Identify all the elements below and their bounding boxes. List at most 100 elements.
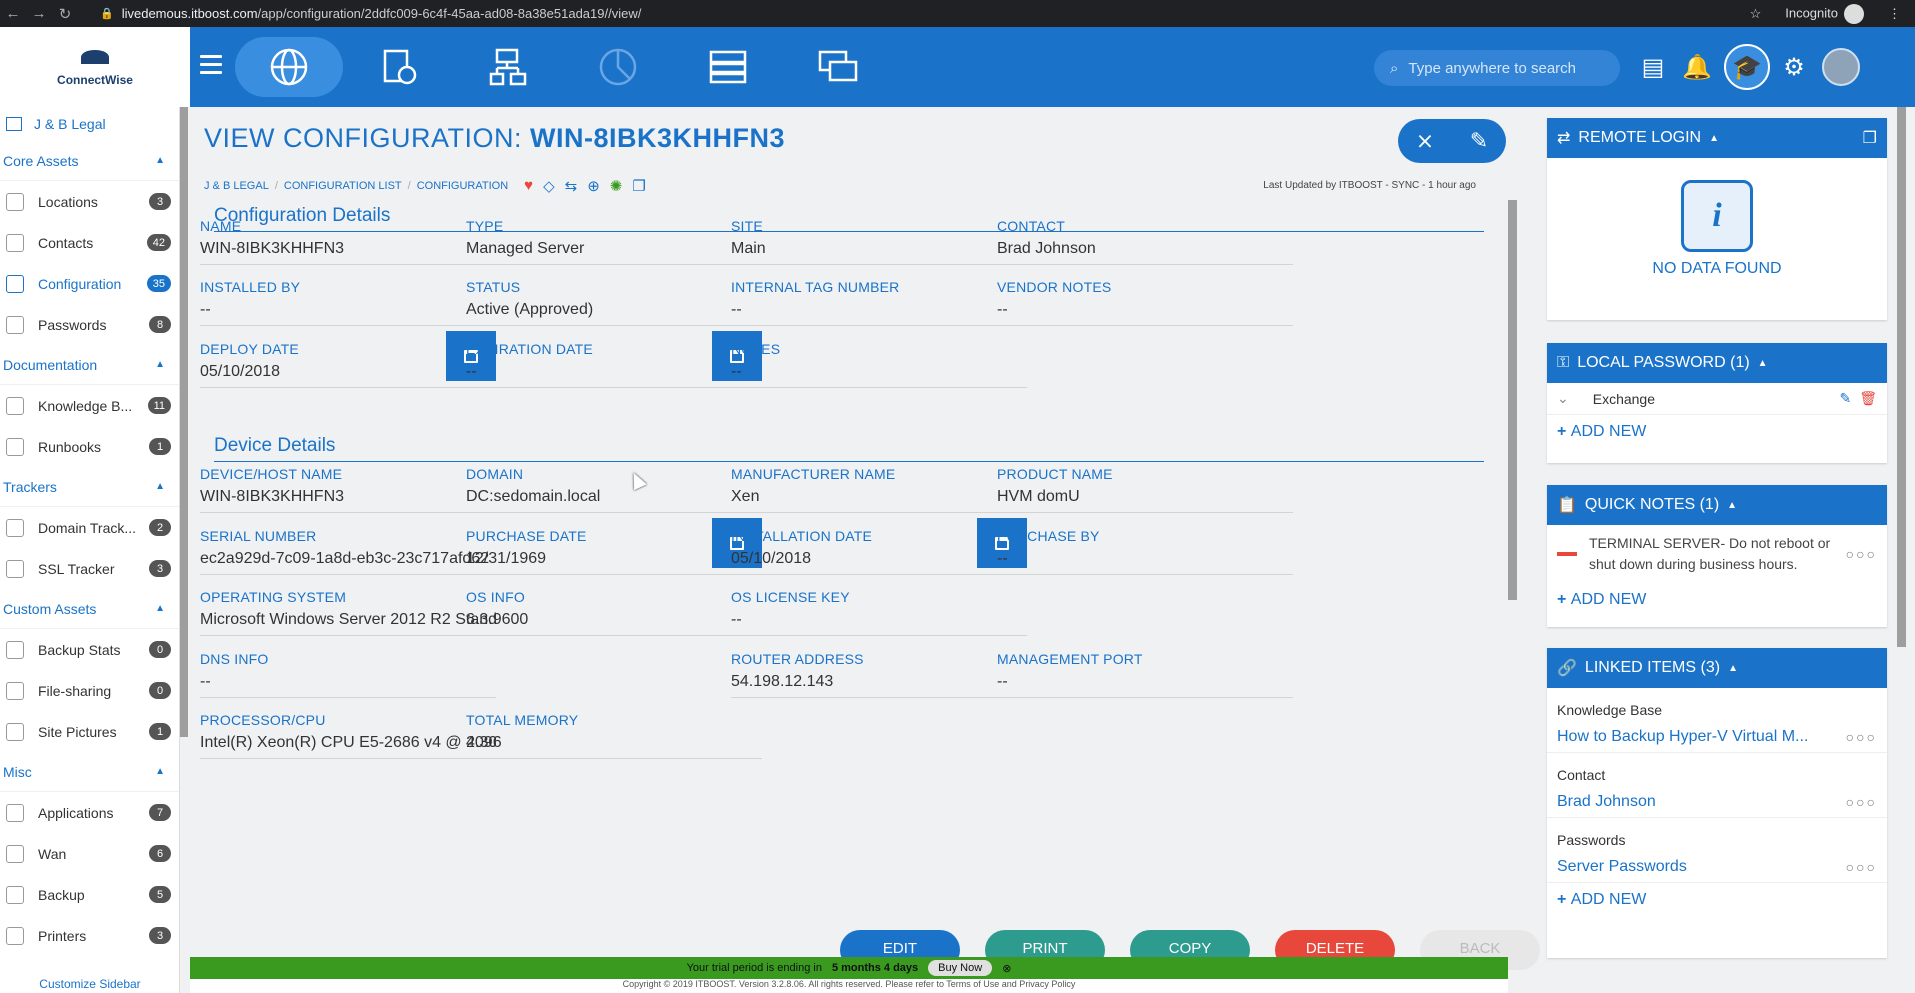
linked-item-link[interactable]: How to Backup Hyper-V Virtual M... xyxy=(1557,728,1846,746)
quick-notes-header[interactable]: 📋 QUICK NOTES (1) ▲ xyxy=(1547,485,1887,525)
avatar[interactable] xyxy=(1822,48,1860,86)
sidebar-item-backup-stats[interactable]: Backup Stats 0 xyxy=(0,629,179,670)
sidebar-item-label: Locations xyxy=(38,193,98,210)
server-icon[interactable] xyxy=(674,37,782,97)
section-title: Custom Assets xyxy=(3,600,97,617)
linked-item-link[interactable]: Brad Johnson xyxy=(1557,793,1846,811)
chevron-down-icon[interactable]: ⌄ xyxy=(1557,390,1569,407)
field-value: Brad Johnson xyxy=(997,240,1293,265)
sidebar-item-printers[interactable]: Printers 3 xyxy=(0,915,179,956)
list-item[interactable]: Brad Johnson ○○○ xyxy=(1547,789,1887,818)
sidebar-item-knowledge-b[interactable]: Knowledge B... 11 xyxy=(0,385,179,426)
more-icon[interactable]: ○○○ xyxy=(1846,794,1877,810)
sidebar-item-icon xyxy=(6,192,24,211)
field-purchase-by: PURCHASE BY -- xyxy=(997,528,1293,575)
add-password-button[interactable]: + ADD NEW xyxy=(1547,415,1887,449)
popout-icon[interactable]: ❐ xyxy=(1863,128,1877,148)
sidebar-item-site-pictures[interactable]: Site Pictures 1 xyxy=(0,711,179,752)
sidebar-scrollbar[interactable] xyxy=(180,107,188,737)
sidebar-item-passwords[interactable]: Passwords 8 xyxy=(0,304,179,345)
chat-icon[interactable] xyxy=(784,37,892,97)
field-manufacturer-name: MANUFACTURER NAME Xen xyxy=(731,466,1027,513)
edit-icon[interactable]: ✎ xyxy=(1839,390,1851,407)
count-badge: 42 xyxy=(146,234,171,251)
sidebar-item-label: Backup xyxy=(38,886,85,903)
list-item[interactable]: How to Backup Hyper-V Virtual M... ○○○ xyxy=(1547,724,1887,753)
chevron-up-icon[interactable]: ▲ xyxy=(155,603,165,614)
sidebar-item-domain-track[interactable]: Domain Track... 2 xyxy=(0,507,179,548)
gear-icon[interactable]: ⚙ xyxy=(1778,51,1810,83)
sidebar-item-contacts[interactable]: Contacts 42 xyxy=(0,222,179,263)
main-content: VIEW CONFIGURATION: WIN-8IBK3KHHFN3 ⨯ ✎ … xyxy=(190,107,1508,957)
linked-items-header[interactable]: 🔗 LINKED ITEMS (3) ▲ xyxy=(1547,648,1887,688)
list-item[interactable]: ⌄ Exchange ✎ 🗑 xyxy=(1547,383,1887,415)
sidebar-section-header[interactable]: Custom Assets ▲ xyxy=(0,589,179,629)
browser-menu-icon[interactable]: ⋮ xyxy=(1888,6,1901,22)
sidebar-section-header[interactable]: Documentation ▲ xyxy=(0,345,179,385)
buy-now-button[interactable]: Buy Now xyxy=(928,960,993,976)
sitemap-icon[interactable] xyxy=(454,37,562,97)
graduation-cap-icon[interactable]: 🎓 xyxy=(1724,44,1770,90)
sidebar-item-locations[interactable]: Locations 3 xyxy=(0,181,179,222)
hamburger-menu-icon[interactable] xyxy=(200,55,222,77)
list-item[interactable]: Server Passwords ○○○ xyxy=(1547,854,1887,883)
chevron-up-icon[interactable]: ▲ xyxy=(155,481,165,492)
pie-chart-icon[interactable] xyxy=(564,37,672,97)
field-label: ROUTER ADDRESS xyxy=(731,651,864,667)
add-note-button[interactable]: + ADD NEW xyxy=(1547,583,1887,617)
logo[interactable]: ConnectWise xyxy=(0,27,190,107)
field-management-port: MANAGEMENT PORT -- xyxy=(997,651,1293,698)
device-globe-icon[interactable] xyxy=(345,37,453,97)
sidebar-item-label: Applications xyxy=(38,804,114,821)
device-details-card: Device Details xyxy=(214,435,1484,462)
field-label: VENDOR NOTES xyxy=(997,279,1112,295)
close-icon[interactable]: ⊗ xyxy=(1002,962,1011,975)
sidebar-item-ssl-tracker[interactable]: SSL Tracker 3 xyxy=(0,548,179,589)
chevron-up-icon[interactable]: ▲ xyxy=(155,766,165,777)
reload-icon[interactable]: ↻ xyxy=(52,5,78,23)
right-scrollbar[interactable] xyxy=(1897,107,1906,647)
more-icon[interactable]: ○○○ xyxy=(1846,546,1877,562)
sidebar-item-runbooks[interactable]: Runbooks 1 xyxy=(0,426,179,467)
unlink-icon[interactable]: ⨯ xyxy=(1416,128,1434,154)
globe-icon[interactable] xyxy=(235,37,343,97)
forward-arrow-icon[interactable]: → xyxy=(26,5,52,22)
add-linked-item-button[interactable]: + ADD NEW xyxy=(1547,883,1887,917)
chevron-up-icon[interactable]: ▲ xyxy=(155,359,165,370)
field-expiration-date: EXPIRATION DATE -- xyxy=(466,331,762,388)
sidebar-item-backup[interactable]: Backup 5 xyxy=(0,874,179,915)
sidebar-section-header[interactable]: Misc ▲ xyxy=(0,752,179,792)
chevron-up-icon[interactable]: ▲ xyxy=(155,155,165,166)
sidebar-item-configuration[interactable]: Configuration 35 xyxy=(0,263,179,304)
linked-item-link[interactable]: Server Passwords xyxy=(1557,858,1846,876)
section-title: Misc xyxy=(3,763,32,780)
bell-icon[interactable]: 🔔 xyxy=(1681,51,1713,83)
more-icon[interactable]: ○○○ xyxy=(1846,859,1877,875)
star-icon[interactable]: ☆ xyxy=(1750,6,1762,22)
more-icon[interactable]: ○○○ xyxy=(1846,729,1877,745)
sidebar-section-header[interactable]: Trackers ▲ xyxy=(0,467,179,507)
back-arrow-icon[interactable]: ← xyxy=(0,5,26,22)
sidebar-item-wan[interactable]: Wan 6 xyxy=(0,833,179,874)
sidebar-section-header[interactable]: Core Assets ▲ xyxy=(0,141,179,181)
sidebar-item-label: SSL Tracker xyxy=(38,560,115,577)
main-scrollbar[interactable] xyxy=(1508,200,1517,600)
sidebar-item-file-sharing[interactable]: File-sharing 0 xyxy=(0,670,179,711)
list-item[interactable]: TERMINAL SERVER- Do not reboot or shut d… xyxy=(1547,525,1887,583)
customize-sidebar-link[interactable]: Customize Sidebar xyxy=(0,977,179,991)
bookmark-list-icon[interactable]: ▤ xyxy=(1637,51,1669,83)
remote-login-header[interactable]: ⇄ REMOTE LOGIN ▲ ❐ xyxy=(1547,118,1887,158)
unpin-icon[interactable]: ✎ xyxy=(1470,128,1488,154)
field-router-address: ROUTER ADDRESS 54.198.12.143 xyxy=(731,651,1027,698)
trial-banner: Your trial period is ending in 5 months … xyxy=(190,957,1508,979)
global-search-input[interactable]: ⌕ Type anywhere to search xyxy=(1374,50,1620,86)
sidebar-item-applications[interactable]: Applications 7 xyxy=(0,792,179,833)
local-password-header[interactable]: ⚿ LOCAL PASSWORD (1) ▲ xyxy=(1547,343,1887,383)
field-value: WIN-8IBK3KHHFN3 xyxy=(200,240,496,265)
count-badge: 3 xyxy=(149,927,171,944)
sidebar-company[interactable]: J & B Legal xyxy=(0,107,179,141)
sidebar-item-label: Wan xyxy=(38,845,67,862)
trash-icon[interactable]: 🗑 xyxy=(1859,390,1877,407)
address-bar[interactable]: livedemous.itboost.com/app/configuration… xyxy=(122,6,642,21)
no-data-label: NO DATA FOUND xyxy=(1652,260,1782,277)
